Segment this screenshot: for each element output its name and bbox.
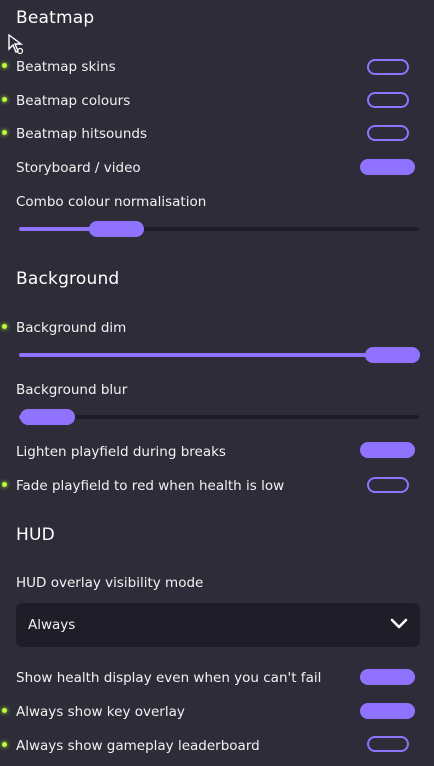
combo-colour-normalisation-label: Combo colour normalisation [16,194,207,210]
lighten-playfield-label: Lighten playfield during breaks [16,444,226,460]
dropdown-selected-value: Always [28,617,76,633]
always-show-key-overlay-toggle[interactable] [360,703,415,719]
changed-indicator [2,708,7,713]
show-health-display-label: Show health display even when you can't … [16,670,322,686]
beatmap-skins-toggle[interactable] [367,59,409,75]
storyboard-video-label: Storyboard / video [16,160,141,176]
section-title-beatmap: Beatmap [16,8,95,28]
changed-indicator [2,63,7,68]
slider-knob[interactable] [364,347,420,363]
changed-indicator [2,324,7,329]
background-blur-label: Background blur [16,382,128,398]
background-dim-slider[interactable] [19,347,420,363]
show-health-display-toggle[interactable] [360,669,415,685]
section-title-background: Background [16,269,120,289]
background-blur-slider[interactable] [19,409,419,425]
beatmap-colours-label: Beatmap colours [16,93,131,109]
changed-indicator [2,130,7,135]
always-show-leaderboard-toggle[interactable] [367,736,409,752]
slider-knob[interactable] [19,409,75,425]
beatmap-skins-label: Beatmap skins [16,59,116,75]
mouse-cursor-icon [8,34,24,55]
fade-playfield-red-label: Fade playfield to red when health is low [16,478,285,494]
chevron-down-icon [390,618,408,629]
beatmap-hitsounds-label: Beatmap hitsounds [16,126,148,142]
background-dim-label: Background dim [16,320,127,336]
always-show-key-overlay-label: Always show key overlay [16,704,185,720]
storyboard-video-toggle[interactable] [360,159,415,175]
slider-knob[interactable] [88,221,144,237]
changed-indicator [2,742,7,747]
fade-playfield-red-toggle[interactable] [367,477,409,493]
lighten-playfield-toggle[interactable] [360,442,415,458]
section-title-hud: HUD [16,525,55,545]
changed-indicator [2,482,7,487]
hud-visibility-mode-label: HUD overlay visibility mode [16,575,204,591]
hud-visibility-mode-dropdown[interactable]: Always [16,603,420,647]
slider-fill [19,353,392,357]
always-show-leaderboard-label: Always show gameplay leaderboard [16,738,260,754]
beatmap-colours-toggle[interactable] [367,92,409,108]
beatmap-hitsounds-toggle[interactable] [367,125,409,141]
changed-indicator [2,97,7,102]
combo-colour-normalisation-slider[interactable] [19,221,419,237]
